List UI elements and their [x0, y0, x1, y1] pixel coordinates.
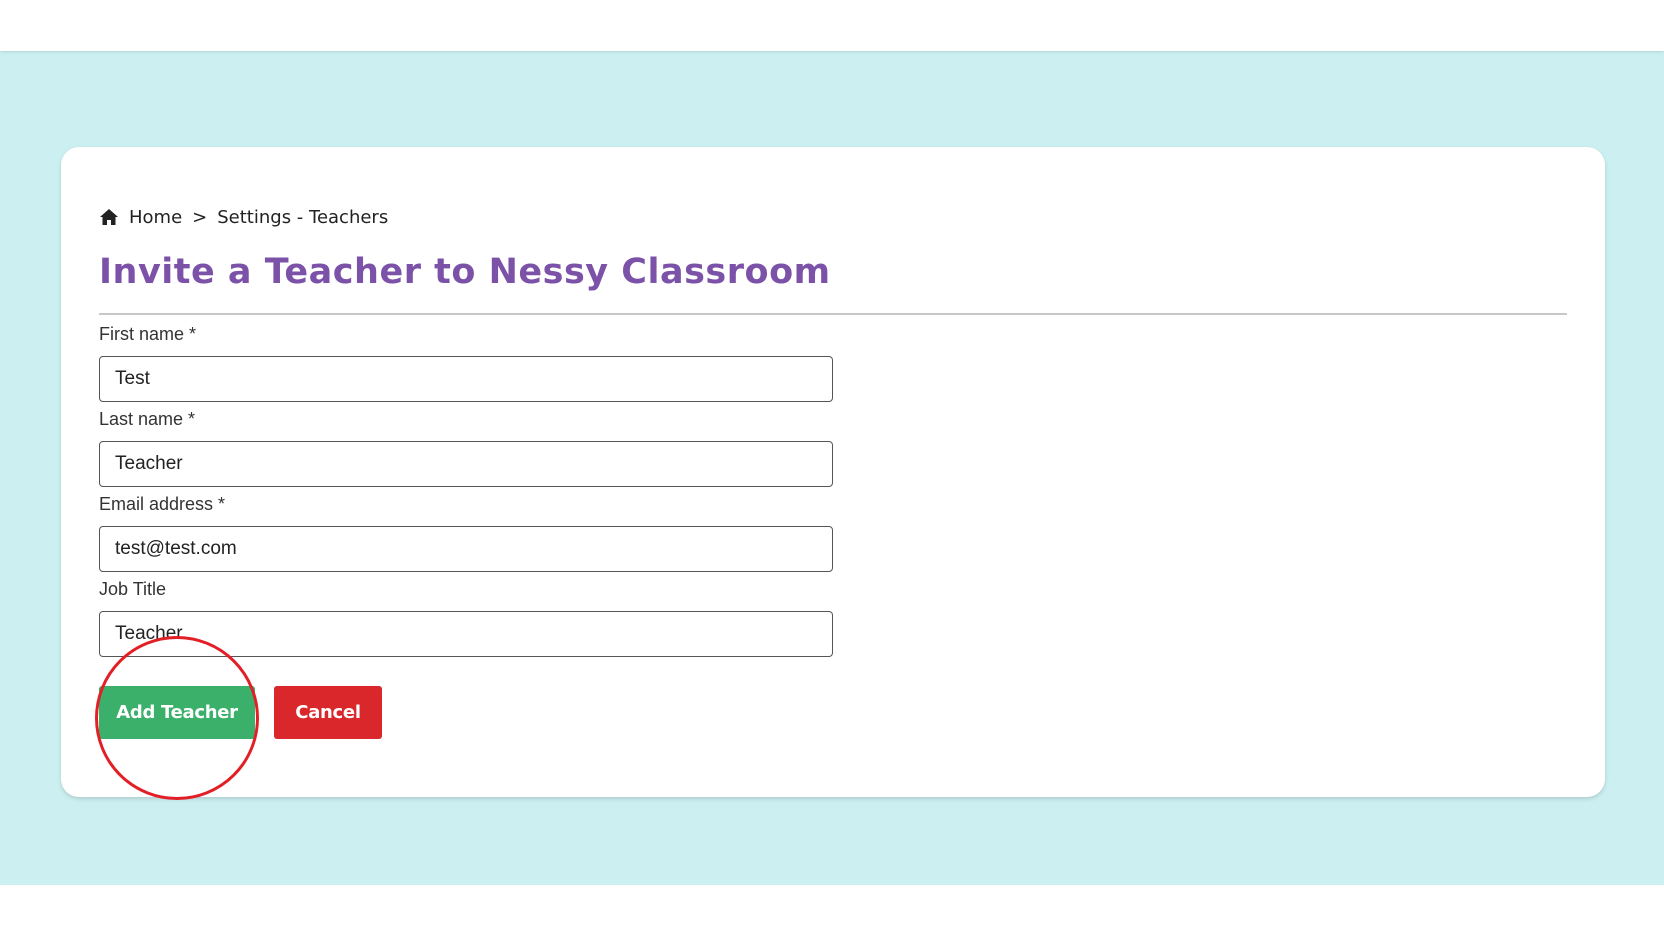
email-label: Email address * [99, 494, 226, 514]
title-divider [99, 313, 1567, 315]
last-name-label: Last name * [99, 409, 196, 429]
cancel-button[interactable]: Cancel [274, 686, 382, 739]
job-title-input[interactable] [99, 611, 833, 657]
breadcrumb: Home > Settings - Teachers [99, 205, 388, 229]
home-icon[interactable] [99, 207, 119, 227]
page-title: Invite a Teacher to Nessy Classroom [99, 252, 831, 292]
job-title-label: Job Title [99, 579, 167, 599]
breadcrumb-home-link[interactable]: Home [129, 207, 182, 228]
breadcrumb-separator: > [192, 206, 208, 228]
breadcrumb-current: Settings - Teachers [217, 206, 389, 228]
top-bar [0, 0, 1664, 51]
page: Home > Settings - Teachers Invite a Teac… [0, 0, 1664, 936]
email-input[interactable] [99, 526, 833, 572]
first-name-input[interactable] [99, 356, 833, 402]
last-name-input[interactable] [99, 441, 833, 487]
add-teacher-button[interactable]: Add Teacher [99, 686, 255, 739]
first-name-label: First name * [99, 324, 197, 344]
